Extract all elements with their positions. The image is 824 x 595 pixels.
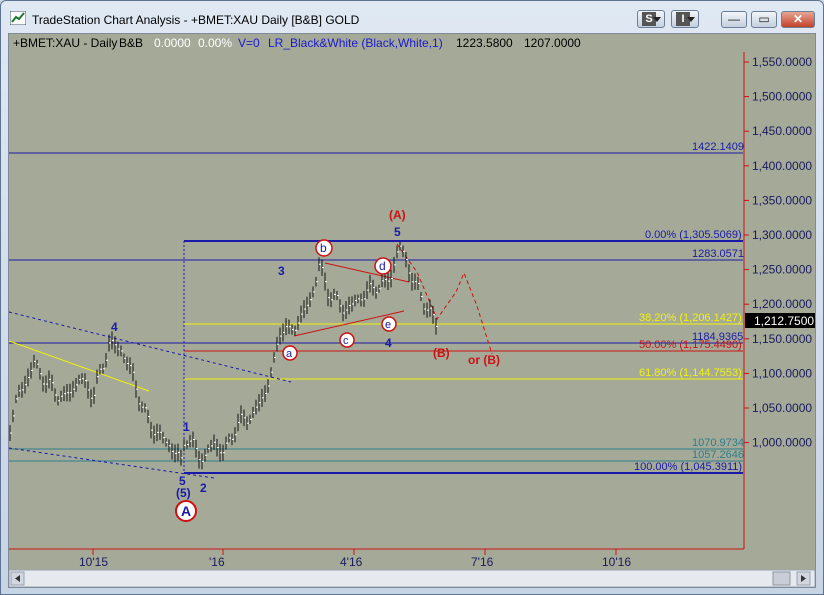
svg-text:b: b xyxy=(320,241,327,255)
status-num1: 1223.5800 xyxy=(456,36,513,50)
status-bb: B&B xyxy=(119,36,143,50)
i-dropdown-button[interactable]: I xyxy=(671,10,699,28)
wave-circle-c: c xyxy=(339,332,355,348)
wave-label-B-paren: (B) xyxy=(433,346,450,360)
triangle-upper-line xyxy=(324,262,410,283)
wave-circle-e: e xyxy=(381,316,397,332)
price-chart[interactable]: +BMET:XAU - Daily B&B 0.0000 0.00% V=0 L… xyxy=(9,34,815,587)
wave-label-2: 2 xyxy=(200,481,207,495)
price-tick-label: 1,000.0000 xyxy=(752,436,812,450)
close-button[interactable]: ✕ xyxy=(781,11,815,28)
chevron-down-icon xyxy=(653,17,661,22)
time-tick-label: 10'15 xyxy=(79,555,108,569)
chart-app-icon xyxy=(10,11,26,25)
wave-label-4-mid: 4 xyxy=(385,336,392,350)
price-tick-label: 1,350.0000 xyxy=(752,193,812,207)
time-axis: 10'15 '16 4'16 7'16 10'16 xyxy=(79,549,631,569)
minimize-button[interactable]: — xyxy=(721,11,747,28)
price-axis: 1,550.0000 1,500.0000 1,450.0000 1,400.0000… xyxy=(744,55,812,450)
chevron-down-icon xyxy=(687,17,695,22)
chart-frame[interactable]: +BMET:XAU - Daily B&B 0.0000 0.00% V=0 L… xyxy=(8,33,816,588)
time-tick-label: '16 xyxy=(209,555,225,569)
upper-channel-line xyxy=(9,311,292,383)
price-tick-label: 1,500.0000 xyxy=(752,90,812,104)
status-val2: 0.00% xyxy=(198,36,232,50)
wave-label-5-top: 5 xyxy=(394,225,401,239)
time-tick-label: 7'16 xyxy=(471,555,494,569)
time-tick-label: 10'16 xyxy=(602,555,631,569)
status-line: +BMET:XAU - Daily B&B 0.0000 0.00% V=0 L… xyxy=(13,36,581,50)
price-tick-label: 1,050.0000 xyxy=(752,401,812,415)
fib-0-label: 0.00% (1,305.5069) xyxy=(645,229,742,241)
status-num2: 1207.0000 xyxy=(524,36,581,50)
wave-circle-b: b xyxy=(315,239,333,257)
price-tick-label: 1,200.0000 xyxy=(752,297,812,311)
price-tick-label: 1,150.0000 xyxy=(752,332,812,346)
svg-text:d: d xyxy=(379,259,386,273)
svg-text:e: e xyxy=(385,319,391,331)
status-symbol: +BMET:XAU - Daily xyxy=(13,36,117,50)
window-title: TradeStation Chart Analysis - +BMET:XAU … xyxy=(32,13,360,27)
price-bars xyxy=(9,241,438,470)
level-1283-label: 1283.0571 xyxy=(692,248,744,260)
level-1422-label: 1422.1409 xyxy=(692,141,744,153)
fib-38-label: 38.20% (1,206.1427) xyxy=(639,312,742,324)
price-tick-label: 1,300.0000 xyxy=(752,228,812,242)
svg-text:a: a xyxy=(286,348,293,360)
s-dropdown-button[interactable]: S xyxy=(637,10,665,28)
wave-circle-A: A xyxy=(175,500,197,522)
last-price-label: 1,212.7500 xyxy=(754,314,814,328)
wave-label-A-top: (A) xyxy=(389,208,406,222)
wave-circle-d: d xyxy=(374,257,392,275)
title-bar[interactable]: TradeStation Chart Analysis - +BMET:XAU … xyxy=(1,1,823,33)
wave-label-or-B: or (B) xyxy=(468,353,500,367)
level-1070-label: 1070.9734 xyxy=(692,437,744,449)
wave-label-1: 1 xyxy=(183,420,190,434)
fib-100-label: 100.00% (1,045.3911) xyxy=(634,461,742,473)
status-volume: V=0 xyxy=(238,36,260,50)
restore-button[interactable]: ▭ xyxy=(751,11,777,28)
svg-text:c: c xyxy=(343,335,349,347)
price-tick-label: 1,250.0000 xyxy=(752,263,812,277)
svg-text:A: A xyxy=(181,503,191,519)
status-val1: 0.0000 xyxy=(154,36,191,50)
wave-label-5-paren: (5) xyxy=(176,486,191,500)
chart-window: TradeStation Chart Analysis - +BMET:XAU … xyxy=(0,0,824,595)
horizontal-scrollbar[interactable] xyxy=(9,569,815,587)
price-tick-label: 1,550.0000 xyxy=(752,55,812,69)
price-tick-label: 1,450.0000 xyxy=(752,124,812,138)
level-1057-label: 1057.2646 xyxy=(692,449,744,461)
scroll-thumb[interactable] xyxy=(772,571,791,586)
price-tick-label: 1,400.0000 xyxy=(752,159,812,173)
price-tick-label: 1,100.0000 xyxy=(752,366,812,380)
status-indicator: LR_Black&White (Black,White,1) xyxy=(268,36,443,50)
fib-50-label: 50.00% (1,175.4490) xyxy=(639,339,742,351)
wave-label-4-left: 4 xyxy=(111,320,118,334)
wave-circle-a: a xyxy=(282,345,298,361)
wave-label-3: 3 xyxy=(278,264,285,278)
time-tick-label: 4'16 xyxy=(340,555,363,569)
fib-618-label: 61.80% (1,144.7553) xyxy=(639,367,742,379)
